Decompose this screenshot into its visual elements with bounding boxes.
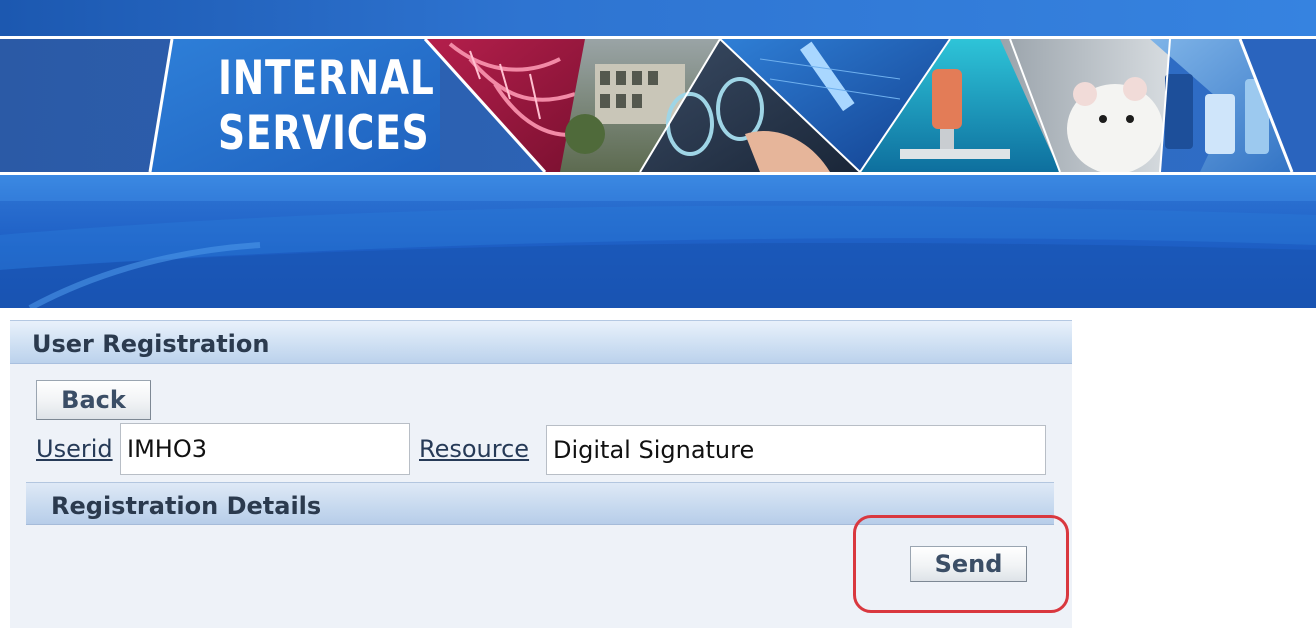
- highlight-annotation: [853, 515, 1069, 613]
- resource-field[interactable]: Digital Signature: [546, 425, 1046, 475]
- page-title: User Registration: [32, 330, 270, 358]
- banner-top-strip: [0, 0, 1316, 36]
- panel-header: User Registration: [10, 320, 1072, 364]
- banner-artwork: [0, 39, 1316, 172]
- resource-label[interactable]: Resource: [419, 435, 529, 463]
- logo-line2: SERVICES: [218, 106, 430, 161]
- registration-details-title: Registration Details: [51, 492, 322, 520]
- back-button[interactable]: Back: [36, 380, 151, 420]
- userid-label[interactable]: Userid: [36, 435, 113, 463]
- site-banner: INTERNAL SERVICES: [0, 0, 1316, 308]
- logo-line1: INTERNAL: [218, 51, 435, 106]
- userid-field[interactable]: IMHO3: [120, 423, 410, 475]
- banner-lower-band: [0, 175, 1316, 308]
